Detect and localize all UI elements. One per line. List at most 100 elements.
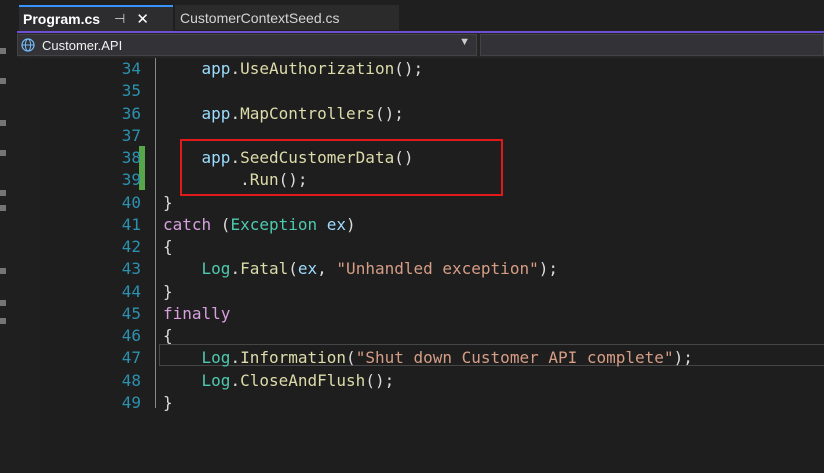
code-token: Information [240, 348, 347, 368]
chevron-down-icon: ▼ [459, 36, 470, 48]
line-number: 48 [121, 370, 141, 390]
line-number: 35 [121, 81, 141, 101]
tab-title: CustomerContextSeed.cs [180, 9, 340, 26]
code-line[interactable]: 41 catch (Exception ex) [17, 214, 824, 236]
globe-icon [21, 38, 35, 52]
code-text: Log.Fatal(ex, "Unhandled exception"); [163, 259, 558, 278]
line-number: 44 [121, 281, 141, 301]
navigation-bar: Customer.API ▼ [17, 33, 824, 58]
code-token: CloseAndFlush [240, 370, 366, 390]
code-editor[interactable]: 34 app.UseAuthorization(); 35 36 app.MapCo… [17, 58, 824, 473]
code-token: ( [288, 259, 298, 279]
code-token: . [230, 259, 241, 279]
code-text: app.SeedCustomerData() [163, 148, 414, 167]
line-number: 40 [121, 192, 141, 212]
code-token: ); [673, 348, 693, 368]
code-line[interactable]: 38 app.SeedCustomerData() [17, 147, 824, 169]
code-token: app [201, 148, 231, 167]
code-line[interactable]: 42 { [17, 236, 824, 258]
code-token: Log [201, 259, 231, 279]
code-line[interactable]: 47 Log.Information("Shut down Customer A… [17, 347, 824, 369]
code-line[interactable]: 43 Log.Fatal(ex, "Unhandled exception"); [17, 258, 824, 280]
code-token: . [230, 103, 241, 123]
close-icon[interactable]: ✕ [136, 10, 149, 28]
code-token: (); [365, 370, 395, 390]
code-line[interactable]: 39 .Run(); [17, 169, 824, 191]
code-line[interactable]: 46 { [17, 325, 824, 347]
code-text: { [163, 237, 173, 256]
code-line[interactable]: 35 [17, 80, 824, 102]
code-token: ( [211, 214, 231, 234]
line-number: 46 [121, 326, 141, 345]
code-token: . [163, 170, 250, 190]
code-text: Log.CloseAndFlush(); [163, 370, 395, 390]
code-token: } [163, 392, 173, 412]
line-number: 42 [121, 237, 141, 256]
code-line[interactable]: 44} [17, 281, 824, 303]
code-text: catch (Exception ex) [163, 215, 356, 234]
code-token: , [317, 259, 337, 279]
code-token: { [163, 237, 173, 256]
line-number: 47 [121, 348, 141, 368]
pin-icon[interactable]: ⊣ [114, 11, 125, 27]
code-line[interactable]: 40} [17, 192, 824, 214]
code-text: { [163, 326, 173, 345]
code-token: "Shut down Customer API complete" [355, 348, 674, 368]
code-token: MapControllers [240, 103, 375, 123]
code-token: ( [346, 348, 356, 368]
line-number: 39 [121, 170, 141, 190]
line-number: 41 [121, 214, 141, 234]
code-token: ) [346, 214, 356, 234]
code-text: } [163, 193, 173, 212]
code-token: . [230, 348, 241, 368]
line-number: 36 [121, 103, 141, 123]
code-token: . [230, 370, 241, 390]
line-number: 37 [121, 125, 141, 145]
code-line[interactable]: 49} [17, 392, 824, 414]
code-text: } [163, 393, 173, 412]
member-dropdown[interactable] [480, 34, 824, 56]
line-number: 38 [121, 148, 141, 167]
tab-program-cs[interactable]: Program.cs ⊣ ✕ [19, 5, 173, 31]
tab-title: Program.cs [23, 11, 101, 27]
tab-customer-context-seed[interactable]: CustomerContextSeed.cs [175, 5, 399, 30]
code-line[interactable]: 45 finally [17, 303, 824, 325]
code-token: . [230, 148, 241, 167]
code-text: finally [163, 304, 230, 323]
code-token: } [163, 281, 173, 301]
document-tab-bar: Program.cs ⊣ ✕ CustomerContextSeed.cs [17, 0, 824, 31]
project-name: Customer.API [42, 38, 123, 53]
code-token: Log [201, 348, 231, 368]
code-line[interactable]: 37 [17, 125, 824, 147]
code-token: } [163, 192, 173, 212]
code-token: () [394, 148, 414, 167]
line-number: 43 [121, 259, 141, 279]
code-token: (); [374, 103, 404, 123]
code-token: "Unhandled exception" [336, 259, 539, 279]
code-token: { [163, 326, 173, 345]
code-token: ex [297, 259, 318, 279]
code-token: catch [163, 214, 212, 234]
code-line[interactable]: 36 app.MapControllers(); [17, 103, 824, 125]
code-line[interactable]: 48 Log.CloseAndFlush(); [17, 370, 824, 392]
code-token: app [201, 103, 231, 123]
code-token: ); [538, 259, 558, 279]
code-token: UseAuthorization [240, 59, 395, 78]
code-text: } [163, 282, 173, 301]
code-token: finally [163, 303, 231, 323]
code-token: Log [201, 370, 231, 390]
line-number: 34 [121, 59, 141, 78]
project-dropdown[interactable]: Customer.API ▼ [17, 34, 477, 56]
code-text: app.UseAuthorization(); [163, 59, 424, 78]
code-token: Fatal [240, 259, 289, 279]
code-text: Log.Information("Shut down Customer API … [163, 348, 693, 367]
code-token: ex [326, 214, 347, 234]
code-token: Exception [230, 214, 318, 234]
code-line[interactable]: 34 app.UseAuthorization(); [17, 58, 824, 80]
